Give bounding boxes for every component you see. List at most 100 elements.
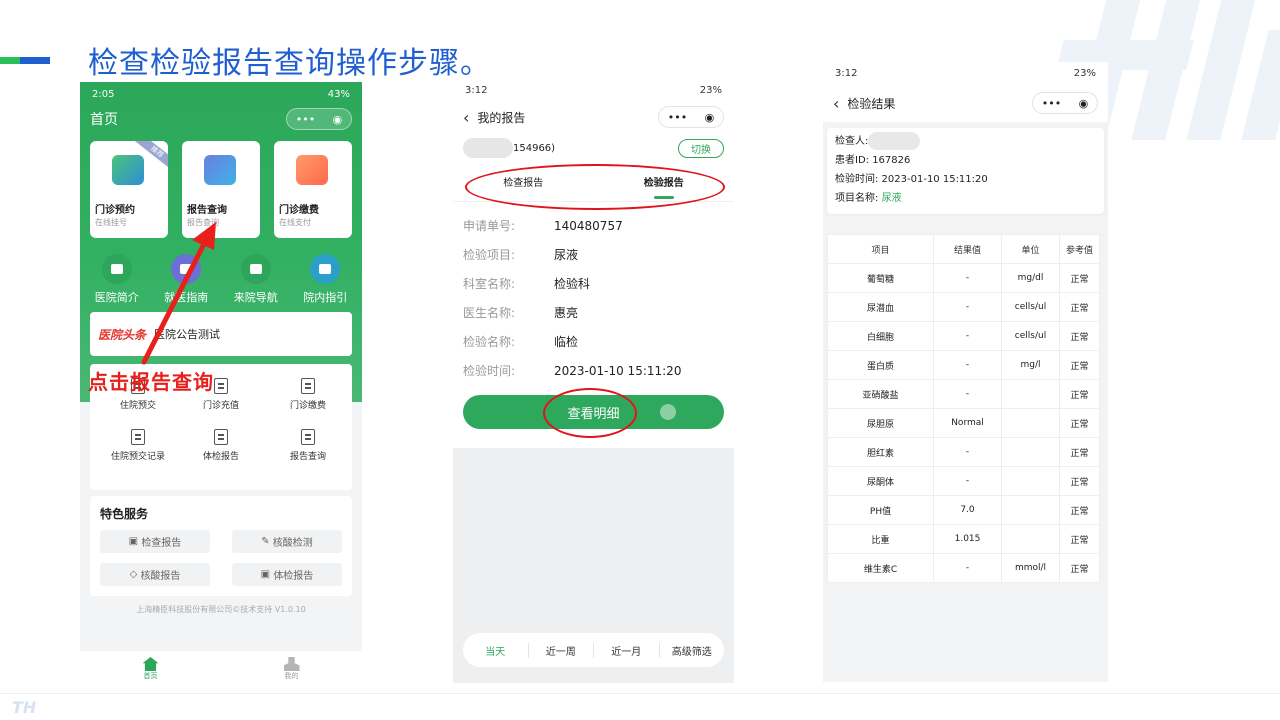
document-icon <box>131 429 145 445</box>
table-row: 尿潜血 - cells/ul 正常 <box>827 292 1100 322</box>
map-pin-icon <box>310 254 341 284</box>
switch-patient-button[interactable]: 切换 <box>678 138 724 158</box>
annotation-oval-tabs <box>465 164 725 210</box>
featured-services: 特色服务 ▣ 检查报告 ✎ 核酸检测 ◇ 核酸报告 ▣ 体检报告 <box>90 496 352 596</box>
col-result: 结果值 <box>933 234 1002 264</box>
service-exam-report[interactable]: ▣ 检查报告 <box>100 530 210 553</box>
grid-item-physical-report[interactable]: 体检报告 <box>181 429 261 462</box>
card-subtitle: 在线支付 <box>279 218 311 227</box>
nav-bar: ‹ 我的报告 ••• ◉ <box>453 100 734 134</box>
back-chevron-icon[interactable]: ‹ <box>463 108 469 127</box>
document-icon <box>214 429 228 445</box>
mini-program-capsule[interactable]: ••• ◉ <box>1032 92 1098 114</box>
card-subtitle: 在线挂号 <box>95 218 127 227</box>
table-row: PH值 7.0 正常 <box>827 495 1100 525</box>
nav-bar: ‹ 检验结果 ••• ◉ <box>823 84 1108 122</box>
tab-home[interactable]: 首页 <box>80 651 221 687</box>
back-chevron-icon[interactable]: ‹ <box>833 94 839 113</box>
nav-bar: 首页 ••• ◉ <box>80 102 362 136</box>
patient-info-card: 检查人: 患者ID: 167826 检验时间: 2023-01-10 15:11… <box>827 128 1104 214</box>
status-time: 3:12 <box>465 84 488 96</box>
mini-program-capsule[interactable]: ••• ◉ <box>286 108 352 130</box>
grid-item-deposit-records[interactable]: 住院预交记录 <box>98 429 178 462</box>
table-row: 维生素C - mmol/l 正常 <box>827 553 1100 583</box>
page-title: 检验结果 <box>847 96 896 111</box>
phone-lab-results: 3:12 23% ‹ 检验结果 ••• ◉ 检查人: 患者ID: 167826 … <box>823 62 1108 682</box>
document-icon <box>214 378 228 394</box>
service-nucleic-report[interactable]: ◇ 核酸报告 <box>100 563 210 586</box>
more-icon[interactable]: ••• <box>296 113 315 126</box>
footer-logo: TH <box>12 698 37 717</box>
table-header: 项目 结果值 单位 参考值 <box>827 234 1100 264</box>
status-battery: 43% <box>327 88 350 100</box>
redacted-name <box>463 138 513 158</box>
quick-navigation[interactable]: 来院导航 <box>223 254 289 305</box>
status-time: 2:05 <box>92 88 115 100</box>
status-bar: 3:12 23% <box>823 62 1108 84</box>
floating-dot-icon <box>660 404 676 420</box>
filter-month[interactable]: 近一月 <box>593 642 659 658</box>
grid-item-report-query[interactable]: 报告查询 <box>268 429 348 462</box>
grid-item-outpatient-payment[interactable]: 门诊缴费 <box>268 378 348 411</box>
report-details: 申请单号: 140480757 检验项目: 尿液 科室名称: 检验科 医生名称: 惠亮 … <box>453 202 734 385</box>
results-table: 项目 结果值 单位 参考值 葡萄糖 - mg/dl 正常 尿潜血 - cells/ul 正常… <box>827 234 1100 583</box>
more-icon[interactable]: ••• <box>668 111 687 124</box>
patient-id: 154966) <box>513 143 556 154</box>
section-title: 特色服务 <box>100 507 149 521</box>
more-icon[interactable]: ••• <box>1042 97 1061 110</box>
col-reference: 参考值 <box>1059 234 1100 264</box>
table-row: 白细胞 - cells/ul 正常 <box>827 321 1100 351</box>
inspector-label: 检查人: <box>835 136 869 147</box>
service-physical-report[interactable]: ▣ 体检报告 <box>232 563 342 586</box>
card-title: 门诊预约 <box>95 205 135 216</box>
status-battery: 23% <box>699 84 722 96</box>
test-time: 检验时间: 2023-01-10 15:11:20 <box>835 174 988 185</box>
title-accent-green <box>0 57 22 64</box>
mini-program-capsule[interactable]: ••• ◉ <box>658 106 724 128</box>
date-filter-bar: 当天 近一周 近一月 高级筛选 <box>463 633 724 667</box>
redacted-name <box>868 132 921 150</box>
car-icon <box>240 254 271 284</box>
slide-title: 检查检验报告查询操作步骤。 <box>88 46 491 81</box>
bottom-tab-bar: 首页 我的 <box>80 651 362 687</box>
patient-id: 患者ID: 167826 <box>835 155 911 166</box>
filter-today[interactable]: 当天 <box>463 643 528 658</box>
status-battery: 23% <box>1073 67 1096 79</box>
table-row: 尿酮体 - 正常 <box>827 466 1100 496</box>
table-row: 蛋白质 - mg/l 正常 <box>827 350 1100 380</box>
detail-row: 医生名称: 惠亮 <box>463 306 579 320</box>
price-tag-icon <box>296 155 328 185</box>
card-title: 门诊缴费 <box>279 205 319 216</box>
quick-indoor-guide[interactable]: 院内指引 <box>292 254 358 305</box>
card-title: 报告查询 <box>187 205 227 216</box>
table-row: 比重 1.015 正常 <box>827 524 1100 554</box>
home-icon <box>142 657 159 671</box>
doctor-icon <box>112 155 144 185</box>
copyright-text: 上海精臣科技股份有限公司©技术支持 V1.0.10 <box>136 605 306 614</box>
col-item: 项目 <box>827 234 934 264</box>
report-icon <box>204 155 236 185</box>
page-title: 首页 <box>90 112 118 128</box>
close-target-icon[interactable]: ◉ <box>705 111 715 124</box>
close-target-icon[interactable]: ◉ <box>1079 97 1089 110</box>
item-value: 尿液 <box>881 193 902 204</box>
user-icon <box>283 657 300 671</box>
card-payment[interactable]: 门诊缴费 在线支付 <box>274 141 352 238</box>
detail-row: 科室名称: 检验科 <box>463 277 591 291</box>
filter-advanced[interactable]: 高级筛选 <box>658 642 725 658</box>
annotation-arrow <box>141 222 216 365</box>
close-target-icon[interactable]: ◉ <box>333 113 343 126</box>
detail-row: 检验名称: 临检 <box>463 335 579 349</box>
detail-row: 申请单号: 140480757 <box>463 218 623 234</box>
table-row: 尿胆原 Normal 正常 <box>827 408 1100 438</box>
tab-me[interactable]: 我的 <box>221 651 362 687</box>
detail-row: 检验项目: 尿液 <box>463 248 579 262</box>
status-bar: 2:05 43% <box>80 82 362 102</box>
detail-row: 检验时间: 2023-01-10 15:11:20 <box>463 363 682 379</box>
status-bar: 3:12 23% <box>453 80 734 100</box>
table-row: 亚硝酸盐 - 正常 <box>827 379 1100 409</box>
footer-divider <box>0 693 1280 694</box>
filter-week[interactable]: 近一周 <box>527 642 594 658</box>
service-nucleic-test[interactable]: ✎ 核酸检测 <box>232 530 342 553</box>
annotation-oval-detail <box>543 388 637 438</box>
